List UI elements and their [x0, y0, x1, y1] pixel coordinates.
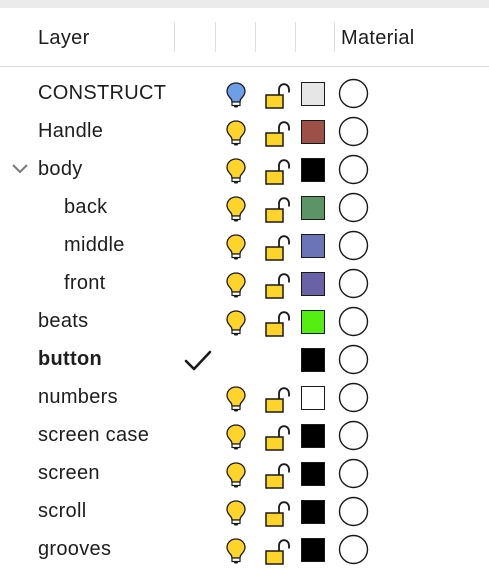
lightbulb-visibility-icon[interactable]: [225, 461, 247, 489]
material-column-header[interactable]: Material: [341, 27, 415, 50]
lightbulb-visibility-icon[interactable]: [225, 423, 247, 451]
material-circle-icon[interactable]: [338, 154, 369, 185]
layer-row[interactable]: beats: [0, 303, 489, 341]
unlocked-padlock-icon[interactable]: [264, 121, 292, 147]
lightbulb-visibility-icon[interactable]: [225, 385, 247, 413]
layer-row[interactable]: numbers: [0, 379, 489, 417]
layer-row[interactable]: body: [0, 151, 489, 189]
layer-row[interactable]: CONSTRUCT: [0, 75, 489, 113]
lightbulb-visibility-icon[interactable]: [225, 157, 247, 185]
layer-name[interactable]: button: [38, 348, 102, 371]
layer-name[interactable]: grooves: [38, 538, 111, 561]
column-divider[interactable]: [255, 22, 256, 52]
lightbulb-visibility-icon[interactable]: [225, 233, 247, 261]
layer-row[interactable]: back: [0, 189, 489, 227]
layer-color-swatch[interactable]: [301, 538, 325, 562]
layer-row[interactable]: screen: [0, 455, 489, 493]
layer-color-swatch[interactable]: [301, 158, 325, 182]
layer-color-swatch[interactable]: [301, 196, 325, 220]
column-divider[interactable]: [295, 22, 296, 52]
material-circle-icon[interactable]: [338, 306, 369, 337]
layer-name[interactable]: middle: [64, 234, 125, 257]
layer-row[interactable]: screen case: [0, 417, 489, 455]
unlocked-padlock-icon[interactable]: [264, 463, 292, 489]
layer-color-swatch[interactable]: [301, 500, 325, 524]
current-layer-checkmark-icon[interactable]: [183, 349, 213, 373]
unlocked-padlock-icon[interactable]: [264, 159, 292, 185]
layer-row[interactable]: middle: [0, 227, 489, 265]
layer-name[interactable]: screen case: [38, 424, 149, 447]
layer-row[interactable]: button: [0, 341, 489, 379]
material-circle-icon[interactable]: [338, 344, 369, 375]
layer-color-swatch[interactable]: [301, 120, 325, 144]
material-circle-icon[interactable]: [338, 268, 369, 299]
unlocked-padlock-icon[interactable]: [264, 235, 292, 261]
layer-name[interactable]: CONSTRUCT: [38, 82, 166, 105]
layer-row[interactable]: front: [0, 265, 489, 303]
layer-color-swatch[interactable]: [301, 424, 325, 448]
lightbulb-visibility-icon[interactable]: [225, 309, 247, 337]
unlocked-padlock-icon[interactable]: [264, 501, 292, 527]
column-divider[interactable]: [215, 22, 216, 52]
layer-name[interactable]: front: [64, 272, 106, 295]
layer-row[interactable]: Handle: [0, 113, 489, 151]
lightbulb-visibility-icon[interactable]: [225, 81, 247, 109]
material-circle-icon[interactable]: [338, 496, 369, 527]
material-circle-icon[interactable]: [338, 78, 369, 109]
layer-name[interactable]: back: [64, 196, 107, 219]
layer-color-swatch[interactable]: [301, 272, 325, 296]
layer-color-swatch[interactable]: [301, 234, 325, 258]
material-circle-icon[interactable]: [338, 382, 369, 413]
material-circle-icon[interactable]: [338, 534, 369, 565]
layer-color-swatch[interactable]: [301, 386, 325, 410]
lightbulb-visibility-icon[interactable]: [225, 119, 247, 147]
column-divider[interactable]: [334, 22, 335, 52]
lightbulb-visibility-icon[interactable]: [225, 499, 247, 527]
column-divider[interactable]: [174, 22, 175, 52]
lightbulb-visibility-icon[interactable]: [225, 195, 247, 223]
layer-row[interactable]: scroll: [0, 493, 489, 531]
layer-name[interactable]: screen: [38, 462, 100, 485]
unlocked-padlock-icon[interactable]: [264, 425, 292, 451]
layer-name[interactable]: Handle: [38, 120, 103, 143]
material-circle-icon[interactable]: [338, 192, 369, 223]
layer-name[interactable]: numbers: [38, 386, 118, 409]
layer-color-swatch[interactable]: [301, 310, 325, 334]
unlocked-padlock-icon[interactable]: [264, 83, 292, 109]
unlocked-padlock-icon[interactable]: [264, 539, 292, 565]
material-circle-icon[interactable]: [338, 458, 369, 489]
lightbulb-visibility-icon[interactable]: [225, 271, 247, 299]
layer-name[interactable]: beats: [38, 310, 88, 333]
unlocked-padlock-icon[interactable]: [264, 197, 292, 223]
material-circle-icon[interactable]: [338, 420, 369, 451]
top-strip: [0, 0, 489, 8]
layer-color-swatch[interactable]: [301, 462, 325, 486]
layer-name[interactable]: body: [38, 158, 83, 181]
chevron-down-icon[interactable]: [11, 161, 29, 177]
layer-color-swatch[interactable]: [301, 348, 325, 372]
layer-column-header[interactable]: Layer: [38, 27, 90, 50]
material-circle-icon[interactable]: [338, 230, 369, 261]
layer-color-swatch[interactable]: [301, 82, 325, 106]
lightbulb-visibility-icon[interactable]: [225, 537, 247, 565]
column-header: Layer Material: [0, 8, 489, 67]
layer-list: CONSTRUCT Handle body back middle front beats b…: [0, 75, 489, 569]
material-circle-icon[interactable]: [338, 116, 369, 147]
unlocked-padlock-icon[interactable]: [264, 311, 292, 337]
unlocked-padlock-icon[interactable]: [264, 387, 292, 413]
unlocked-padlock-icon[interactable]: [264, 273, 292, 299]
layer-name[interactable]: scroll: [38, 500, 86, 523]
layer-row[interactable]: grooves: [0, 531, 489, 569]
